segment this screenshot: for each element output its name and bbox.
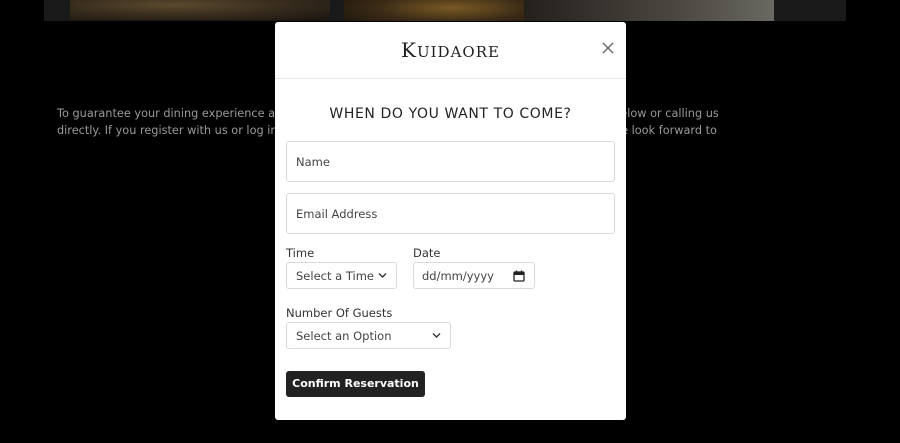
confirm-reservation-button[interactable]: Confirm Reservation bbox=[286, 371, 425, 397]
chevron-down-icon bbox=[378, 273, 387, 278]
food-photo-2 bbox=[344, 0, 524, 21]
guests-select-value: Select an Option bbox=[296, 329, 392, 343]
hero-image bbox=[44, 0, 846, 21]
guests-select[interactable]: Select an Option bbox=[286, 322, 451, 349]
email-input[interactable]: Email Address bbox=[286, 193, 615, 234]
modal-title: WHEN DO YOU WANT TO COME? bbox=[329, 106, 572, 122]
date-input[interactable]: dd/mm/yyyy bbox=[413, 262, 535, 289]
modal-header: Kuidaore bbox=[275, 22, 626, 79]
brand-rest: uidaore bbox=[416, 43, 500, 61]
food-photo-1 bbox=[70, 0, 330, 20]
date-input-value: dd/mm/yyyy bbox=[422, 269, 494, 283]
calendar-icon[interactable] bbox=[513, 270, 525, 282]
time-select-value: Select a Time bbox=[296, 269, 374, 283]
date-label: Date bbox=[413, 246, 441, 260]
email-placeholder: Email Address bbox=[296, 207, 378, 221]
close-icon bbox=[602, 42, 614, 54]
chevron-down-icon bbox=[432, 333, 441, 338]
brand-logo: Kuidaore bbox=[401, 38, 500, 62]
guests-label: Number Of Guests bbox=[286, 306, 393, 320]
time-label: Time bbox=[286, 246, 315, 260]
food-photo-3 bbox=[524, 0, 774, 21]
time-select[interactable]: Select a Time bbox=[286, 262, 397, 289]
close-button[interactable] bbox=[600, 40, 616, 56]
name-input[interactable]: Name bbox=[286, 141, 615, 182]
name-placeholder: Name bbox=[296, 155, 330, 169]
reservation-modal: Kuidaore WHEN DO YOU WANT TO COME? Name … bbox=[275, 22, 626, 420]
